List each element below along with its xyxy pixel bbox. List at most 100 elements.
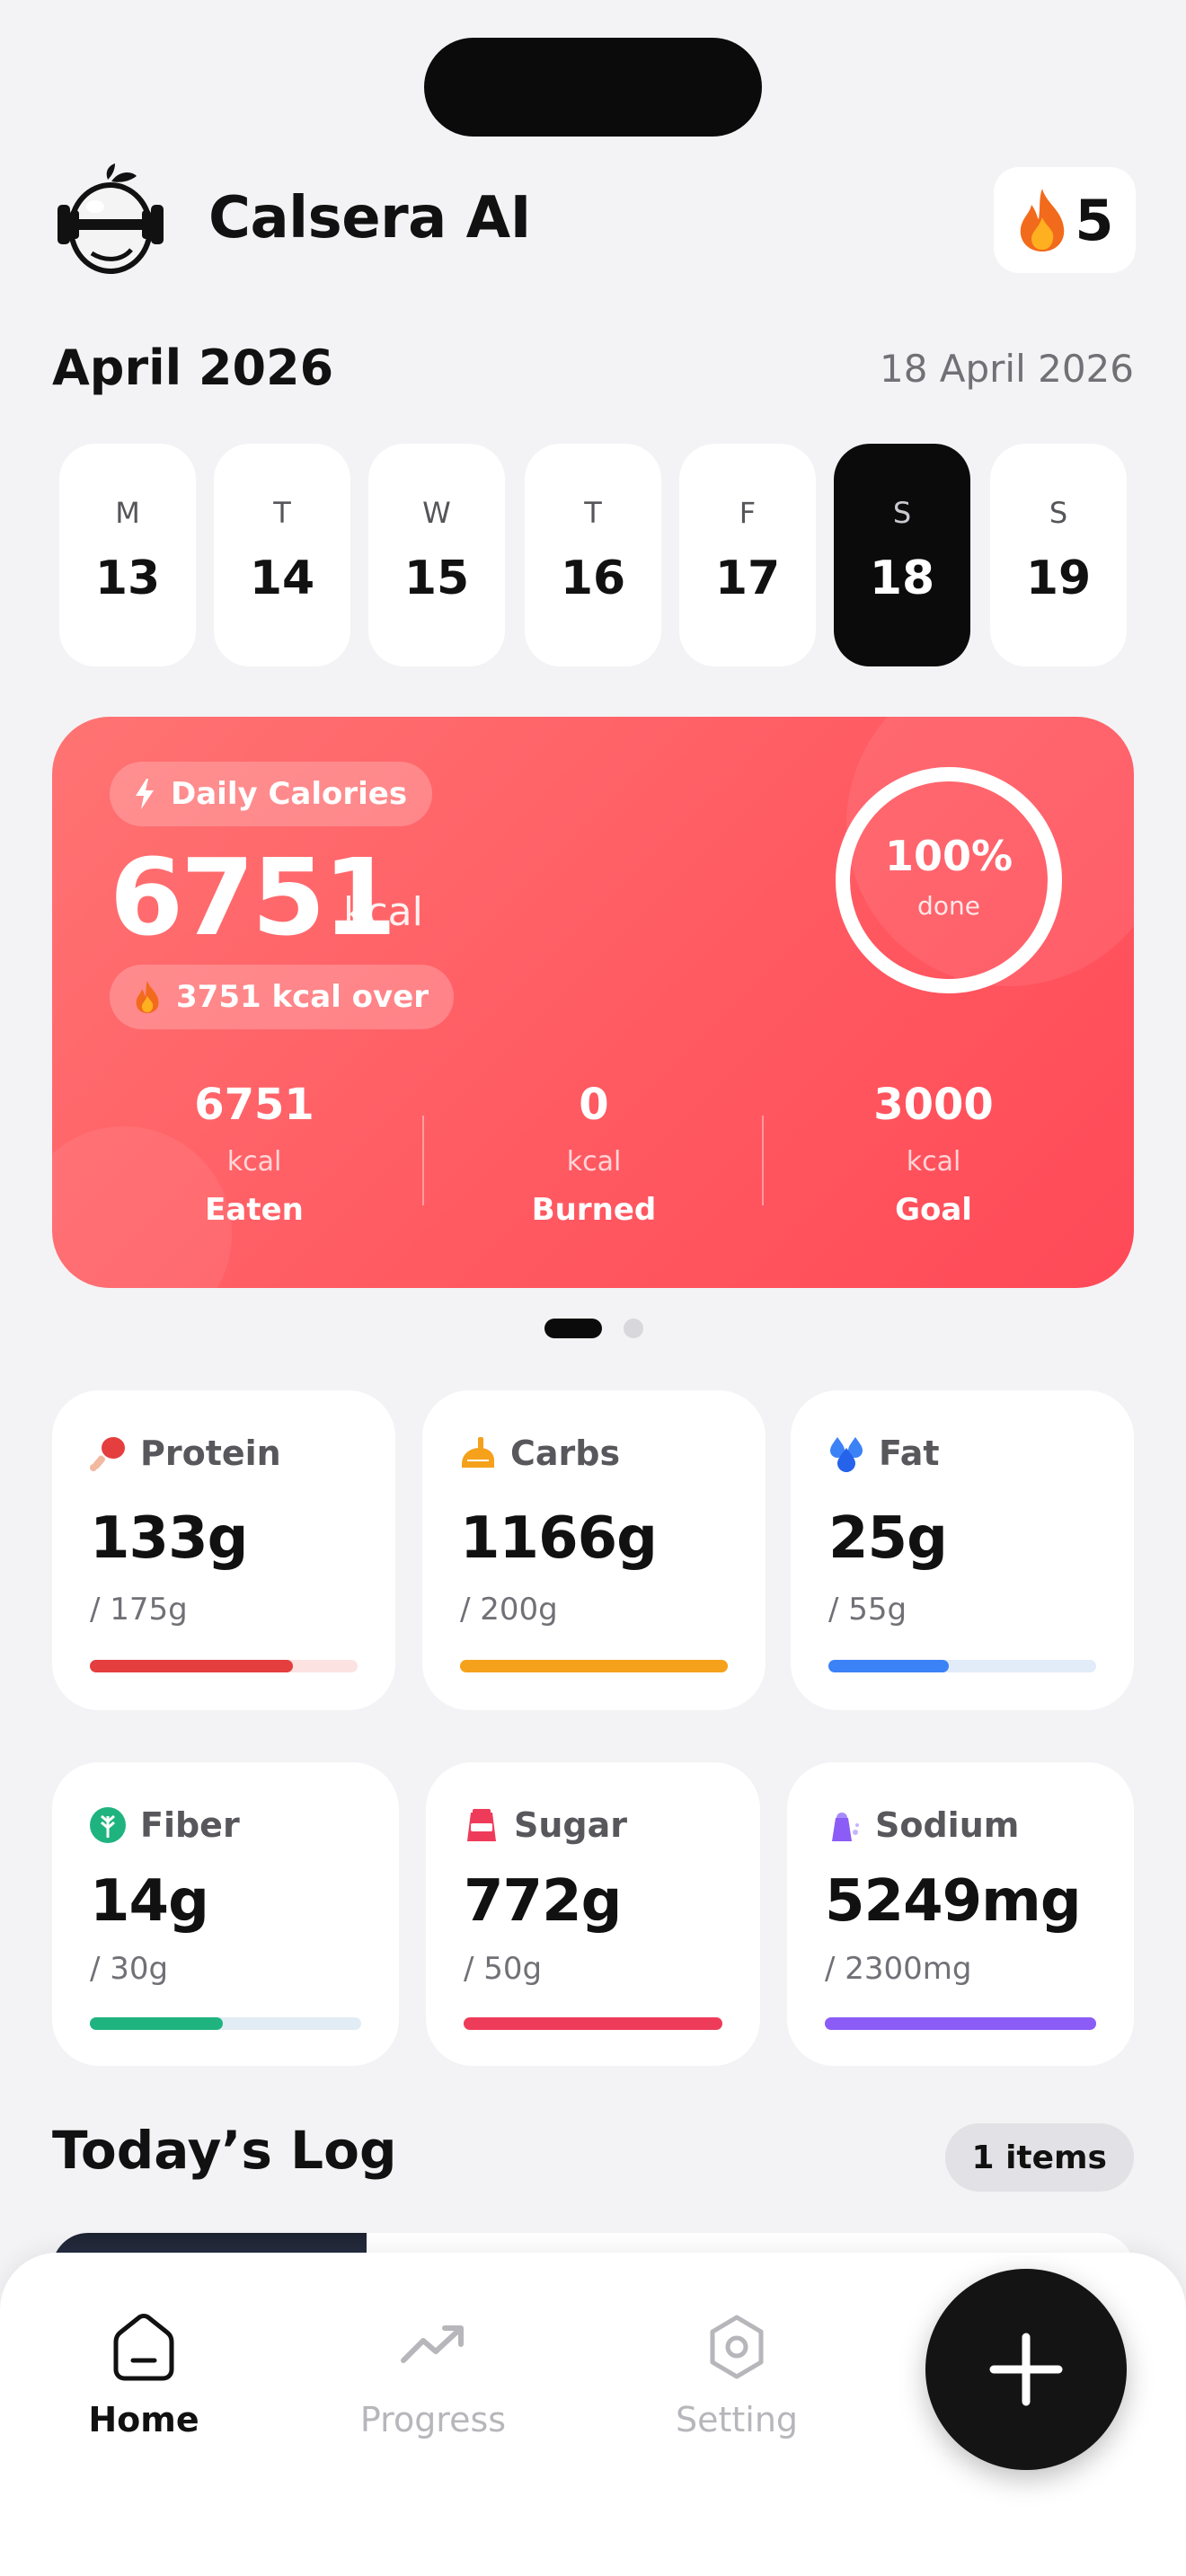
- add-food-button[interactable]: [925, 2269, 1127, 2470]
- sugar-bag-icon: [467, 1809, 496, 1841]
- stat-label: Burned: [531, 1192, 657, 1228]
- macro-name: Sodium: [875, 1805, 1020, 1845]
- macro-value: 133g: [90, 1505, 248, 1572]
- day-letter: T: [273, 496, 291, 530]
- day-number: 13: [94, 551, 161, 605]
- nav-label: Progress: [359, 2400, 507, 2439]
- macro-header: Sugar: [462, 1805, 627, 1845]
- macro-name: Carbs: [510, 1434, 621, 1473]
- macro-card-sodium[interactable]: Sodium 5249mg / 2300mg: [787, 1762, 1134, 2066]
- day-letter: S: [892, 496, 912, 530]
- app-logo-icon: [58, 163, 164, 274]
- stat-goal: 3000 kcal Goal: [764, 1080, 1103, 1228]
- macro-name: Sugar: [514, 1805, 628, 1845]
- day-number: 15: [403, 551, 470, 605]
- nav-label: Setting: [675, 2400, 799, 2439]
- macro-goal: / 200g: [460, 1592, 558, 1628]
- progress-percent: 100%: [884, 832, 1013, 880]
- day-15[interactable]: W 15: [368, 444, 505, 666]
- calorie-stats: 6751 kcal Eaten 0 kcal Burned 3000 kcal …: [52, 1080, 1134, 1259]
- daily-calories-label: Daily Calories: [171, 776, 408, 812]
- macro-value: 5249mg: [825, 1868, 1082, 1935]
- selected-date-label: 18 April 2026: [879, 347, 1134, 391]
- macro-progress-bar: [90, 1660, 358, 1672]
- macro-card-protein[interactable]: Protein 133g / 175g: [52, 1390, 395, 1710]
- macro-value: 772g: [464, 1868, 622, 1935]
- trend-icon: [401, 2325, 464, 2363]
- home-icon: [113, 2314, 174, 2381]
- nav-progress[interactable]: Progress: [334, 2307, 532, 2439]
- macro-progress-bar: [90, 2017, 361, 2030]
- flame-icon: [1021, 189, 1065, 251]
- day-number: 19: [1025, 551, 1092, 605]
- day-13[interactable]: M 13: [59, 444, 196, 666]
- nav-setting[interactable]: Setting: [638, 2307, 836, 2439]
- nav-label: Home: [88, 2400, 199, 2439]
- macro-goal: / 175g: [90, 1592, 188, 1628]
- macro-progress-bar: [460, 1660, 728, 1672]
- day-letter: F: [739, 496, 757, 530]
- stat-value: 6751: [194, 1080, 314, 1130]
- bread-icon: [462, 1437, 494, 1468]
- macro-progress-bar: [464, 2017, 722, 2030]
- day-17[interactable]: F 17: [679, 444, 816, 666]
- macro-name: Fiber: [140, 1805, 240, 1845]
- day-letter: W: [422, 496, 451, 530]
- page-indicator[interactable]: [544, 1319, 652, 1338]
- todays-log-title: Today’s Log: [52, 2120, 397, 2181]
- daily-calories-card[interactable]: Daily Calories 6751 kcal 3751 kcal over …: [52, 717, 1134, 1288]
- stat-value: 0: [579, 1080, 609, 1130]
- day-19[interactable]: S 19: [990, 444, 1127, 666]
- macro-goal: / 55g: [828, 1592, 907, 1628]
- week-strip: M 13 T 14 W 15 T 16 F 17 S 18 S 19: [59, 444, 1127, 666]
- day-14[interactable]: T 14: [214, 444, 350, 666]
- stat-value: 3000: [873, 1080, 994, 1130]
- daily-calories-pill: Daily Calories: [110, 762, 433, 826]
- stat-label: Goal: [895, 1192, 972, 1228]
- day-16[interactable]: T 16: [525, 444, 661, 666]
- macro-header: Sodium: [823, 1805, 1019, 1845]
- calories-unit: kcal: [343, 889, 423, 935]
- fiber-leaf-icon: [90, 1807, 126, 1843]
- macro-card-carbs[interactable]: Carbs 1166g / 200g: [422, 1390, 766, 1710]
- app-title: Calsera AI: [208, 185, 531, 251]
- calories-over-pill: 3751 kcal over: [110, 965, 455, 1029]
- macro-card-sugar[interactable]: Sugar 772g / 50g: [426, 1762, 760, 2066]
- log-count-badge: 1 items: [944, 2123, 1134, 2192]
- fat-drops-icon: [830, 1437, 863, 1472]
- nav-home[interactable]: Home: [45, 2307, 243, 2439]
- macro-header: Fat: [827, 1434, 940, 1473]
- macro-header: Carbs: [458, 1434, 620, 1473]
- day-letter: M: [115, 496, 140, 530]
- macro-card-fiber[interactable]: Fiber 14g / 30g: [52, 1762, 399, 2066]
- calories-over-label: 3751 kcal over: [176, 979, 429, 1015]
- day-letter: T: [584, 496, 602, 530]
- day-18-selected[interactable]: S 18: [834, 444, 970, 666]
- macro-goal: / 2300mg: [825, 1951, 972, 1987]
- app-header: Calsera AI 5: [52, 158, 1136, 284]
- dynamic-island: [424, 38, 762, 137]
- lightning-icon: [136, 779, 154, 809]
- stat-eaten: 6751 kcal Eaten: [84, 1080, 424, 1228]
- macro-card-fat[interactable]: Fat 25g / 55g: [791, 1390, 1134, 1710]
- macro-header: Fiber: [88, 1805, 240, 1845]
- page-dot[interactable]: [624, 1319, 643, 1338]
- calorie-progress-ring: 100% done: [832, 763, 1066, 997]
- macro-name: Protein: [140, 1434, 281, 1473]
- screen: Calsera AI 5 April 2026 18 April 2026 M …: [0, 0, 1186, 2576]
- macro-goal: / 30g: [90, 1951, 169, 1987]
- stat-burned: 0 kcal Burned: [424, 1080, 764, 1228]
- page-dot-active[interactable]: [544, 1319, 602, 1338]
- stat-unit: kcal: [226, 1146, 282, 1178]
- macro-value: 14g: [90, 1868, 209, 1935]
- macro-progress-bar: [828, 1660, 1096, 1672]
- month-title: April 2026: [52, 340, 334, 396]
- macro-progress-bar: [825, 2017, 1096, 2030]
- stat-unit: kcal: [906, 1146, 961, 1178]
- salt-shaker-icon: [832, 1813, 859, 1841]
- macro-value: 25g: [828, 1505, 948, 1572]
- settings-hex-icon: [710, 2315, 764, 2379]
- streak-count: 5: [1075, 187, 1114, 253]
- streak-badge[interactable]: 5: [994, 167, 1136, 273]
- stat-label: Eaten: [205, 1192, 304, 1228]
